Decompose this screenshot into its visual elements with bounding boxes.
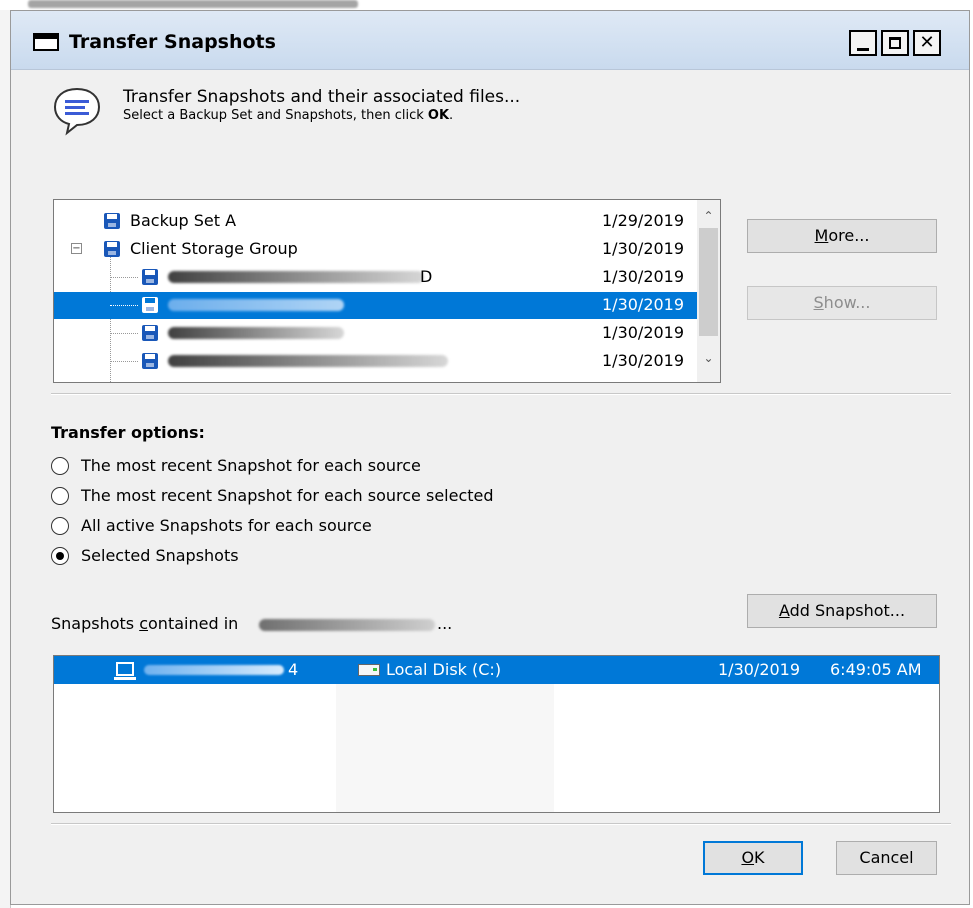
snapshot-date: 1/30/2019 (718, 660, 801, 679)
window-title: Transfer Snapshots (69, 31, 276, 53)
redacted-snapshot-name (168, 327, 344, 339)
tree-row-date: 1/30/2019 (602, 267, 685, 286)
snapshot-icon (142, 297, 158, 313)
minimize-button[interactable] (849, 30, 877, 56)
speech-bubble-icon (53, 87, 101, 136)
snapshot-icon (142, 269, 158, 285)
tree-row-backup-set-a[interactable]: Backup Set A 1/29/2019 (54, 208, 697, 235)
disk-name: Local Disk (C:) (386, 660, 502, 679)
background-window-title-redacted (28, 0, 358, 8)
backup-set-icon (104, 241, 120, 257)
snapshot-list[interactable]: 4 Local Disk (C:) 1/30/2019 6:49:05 AM (53, 655, 940, 813)
tree-row-label: Client Storage Group (130, 239, 298, 258)
tree-row-date: 1/30/2019 (602, 239, 685, 258)
backup-set-icon (104, 213, 120, 229)
snapshot-icon (142, 353, 158, 369)
hard-disk-icon (358, 664, 380, 676)
title-bar[interactable]: Transfer Snapshots ✕ (11, 11, 969, 70)
scroll-up-icon[interactable]: ⌃ (697, 206, 720, 226)
scroll-down-icon[interactable]: ⌄ (697, 348, 720, 368)
tree-connector (110, 333, 138, 334)
ok-button-mnemonic: O (741, 848, 755, 867)
tree-connector (110, 277, 138, 278)
show-button-label: how... (823, 293, 871, 312)
header-instruction-text: Select a Backup Set and Snapshots, then … (123, 108, 453, 123)
more-button-mnemonic: M (814, 226, 829, 245)
computer-name-tail: 4 (288, 660, 299, 679)
snapshot-icon (142, 325, 158, 341)
transfer-snapshots-dialog: Transfer Snapshots ✕ Transfer Snapshots … (10, 10, 970, 905)
contained-ellipsis: ... (437, 614, 453, 633)
tree-row-snapshot[interactable]: 1/30/2019 (54, 348, 697, 375)
more-button[interactable]: More... (747, 219, 937, 253)
close-icon: ✕ (919, 32, 935, 53)
cancel-button[interactable]: Cancel (836, 841, 937, 875)
collapse-icon[interactable]: − (71, 243, 82, 254)
tree-row-date: 1/30/2019 (602, 351, 685, 370)
option-label: Selected Snapshots (81, 546, 239, 565)
option-label: The most recent Snapshot for each source (81, 456, 421, 475)
more-button-label: ore... (828, 226, 870, 245)
contained-label-prefix: Snapshots (51, 614, 140, 633)
tree-row-snapshot[interactable]: D 1/30/2019 (54, 264, 697, 291)
maximize-icon (889, 37, 901, 49)
tree-connector (110, 305, 138, 306)
backup-set-tree[interactable]: Backup Set A 1/29/2019 − Client Storage … (53, 199, 721, 383)
redacted-source-name (259, 619, 435, 631)
tree-row-date: 1/29/2019 (602, 211, 685, 230)
tree-scrollbar[interactable]: ⌃ ⌄ (697, 200, 720, 382)
redacted-computer-name (144, 665, 284, 675)
radio-button[interactable] (51, 517, 69, 535)
tree-row-snapshot-selected[interactable]: 1/30/2019 (54, 292, 697, 319)
tree-row-snapshot[interactable]: 1/30/2019 (54, 320, 697, 347)
header-instruction-bold: OK (427, 108, 450, 123)
radio-button[interactable] (51, 487, 69, 505)
radio-button[interactable] (51, 457, 69, 475)
option-label: The most recent Snapshot for each source… (81, 486, 494, 505)
scrollbar-thumb[interactable] (699, 228, 718, 336)
tree-row-label: Backup Set A (130, 211, 237, 230)
contained-label-suffix: ontained in (148, 614, 239, 633)
add-snapshot-mnemonic: A (778, 601, 790, 620)
show-button[interactable]: Show... (747, 286, 937, 320)
snapshots-contained-label: Snapshots contained in (51, 614, 238, 633)
redacted-snapshot-name (168, 271, 424, 283)
add-snapshot-button[interactable]: Add Snapshot... (747, 594, 937, 628)
list-item[interactable]: 4 Local Disk (C:) 1/30/2019 6:49:05 AM (54, 656, 939, 684)
ok-button-label: K (754, 848, 765, 867)
transfer-options-heading: Transfer options: (51, 423, 205, 442)
header-instruction-prefix: Select a Backup Set and Snapshots, then … (123, 108, 428, 123)
tree-connector (110, 361, 138, 362)
ok-button[interactable]: OK (703, 841, 803, 875)
show-button-mnemonic: S (813, 293, 824, 312)
tree-row-label-tail: D (420, 267, 433, 286)
separator (51, 823, 951, 825)
close-button[interactable]: ✕ (913, 30, 941, 56)
separator (51, 393, 951, 395)
option-label: All active Snapshots for each source (81, 516, 372, 535)
tree-row-date: 1/30/2019 (602, 323, 685, 342)
redacted-snapshot-name (168, 299, 344, 311)
list-column-background (336, 684, 554, 812)
snapshot-time: 6:49:05 AM (830, 660, 922, 679)
redacted-snapshot-name (168, 355, 448, 367)
tree-row-date: 1/30/2019 (602, 295, 685, 314)
add-snapshot-label: dd Snapshot... (789, 601, 906, 620)
window-menu-icon[interactable] (33, 33, 59, 51)
contained-label-mnemonic: c (139, 614, 149, 633)
radio-button-checked[interactable] (51, 547, 69, 565)
computer-icon (114, 662, 136, 680)
header-main-text: Transfer Snapshots and their associated … (123, 87, 521, 107)
header-instruction-suffix: . (449, 108, 454, 123)
minimize-icon (857, 48, 869, 51)
tree-row-client-storage-group[interactable]: − Client Storage Group 1/30/2019 (54, 236, 697, 263)
maximize-button[interactable] (881, 30, 909, 56)
